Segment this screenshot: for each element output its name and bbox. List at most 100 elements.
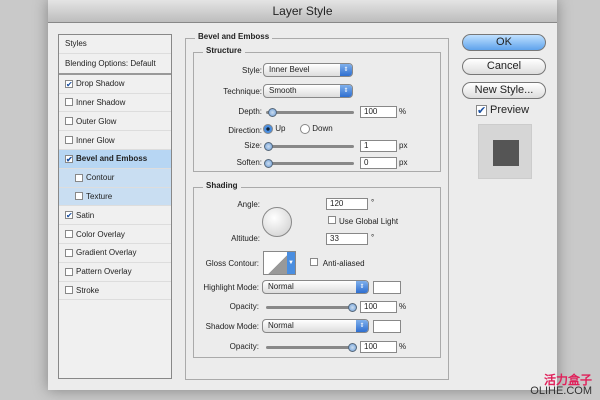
slider-knob[interactable]	[268, 108, 277, 117]
style-item-label: Contour	[86, 173, 115, 183]
style-item-gradient-overlay[interactable]: Gradient Overlay	[59, 244, 171, 263]
highlight-mode-label: Highlight Mode:	[203, 283, 259, 292]
technique-value: Smooth	[269, 86, 297, 95]
style-select[interactable]: Inner Bevel ⇕	[263, 63, 353, 77]
ok-button[interactable]: OK	[462, 34, 546, 51]
highlight-opacity-label: Opacity:	[229, 302, 259, 311]
shadow-opacity-slider[interactable]	[266, 343, 357, 352]
checkbox-icon[interactable]	[75, 173, 83, 182]
slider-knob[interactable]	[264, 159, 273, 168]
direction-up-radio[interactable]: Up	[263, 124, 285, 134]
style-item-bevel-and-emboss[interactable]: ✔ Bevel and Emboss	[59, 149, 171, 169]
up-label: Up	[275, 124, 286, 134]
style-item-inner-glow[interactable]: Inner Glow	[59, 131, 171, 150]
soften-slider[interactable]	[264, 159, 354, 168]
style-item-pattern-overlay[interactable]: Pattern Overlay	[59, 263, 171, 282]
size-label: Size:	[244, 141, 262, 150]
altitude-input[interactable]: 33	[326, 233, 368, 245]
checkbox-icon[interactable]	[65, 117, 73, 126]
technique-select[interactable]: Smooth ⇕	[263, 84, 353, 98]
highlight-opacity-input[interactable]: 100	[360, 301, 397, 313]
checkbox-icon[interactable]	[65, 230, 73, 239]
depth-input[interactable]: 100	[360, 106, 397, 118]
preview-thumbnail	[478, 124, 532, 179]
layer-style-dialog: Layer Style Styles Blending Options: Def…	[48, 0, 557, 390]
checkbox-icon[interactable]	[65, 248, 73, 257]
altitude-label: Altitude:	[231, 234, 260, 243]
checkbox-icon[interactable]	[75, 192, 83, 201]
depth-slider[interactable]	[266, 108, 354, 117]
style-item-label: Color Overlay	[76, 229, 125, 239]
checkbox-icon[interactable]	[65, 286, 73, 295]
style-item-label: Inner Glow	[76, 135, 115, 145]
style-item-label: Inner Shadow	[76, 97, 126, 107]
title-bar: Layer Style	[48, 0, 557, 23]
highlight-mode-value: Normal	[268, 282, 294, 291]
depth-unit: %	[399, 107, 407, 116]
style-item-label: Stroke	[76, 285, 100, 295]
style-item-label: Texture	[86, 191, 113, 201]
structure-title: Structure	[203, 46, 245, 55]
style-item-drop-shadow[interactable]: ✔ Drop Shadow	[59, 75, 171, 94]
blending-options[interactable]: Blending Options: Default	[59, 54, 171, 75]
checkmark-icon: ✔	[476, 104, 487, 117]
shadow-color-swatch[interactable]	[373, 320, 401, 333]
angle-dial[interactable]	[262, 207, 292, 237]
gloss-contour-picker[interactable]: ▼	[263, 251, 296, 275]
checkmark-icon[interactable]: ✔	[65, 154, 73, 163]
global-light-checkbox[interactable]: Use Global Light	[328, 216, 398, 226]
slider-knob[interactable]	[264, 142, 273, 151]
checkbox-icon[interactable]	[65, 267, 73, 276]
style-item-color-overlay[interactable]: Color Overlay	[59, 225, 171, 244]
style-item-inner-shadow[interactable]: Inner Shadow	[59, 94, 171, 113]
updown-icon: ⇕	[356, 281, 368, 293]
preview-square	[493, 140, 519, 166]
style-item-contour[interactable]: Contour	[59, 168, 171, 188]
style-item-stroke[interactable]: Stroke	[59, 282, 171, 301]
watermark-en: OLIHE.COM	[530, 385, 592, 397]
bevel-title: Bevel and Emboss	[195, 32, 273, 41]
radio-icon	[263, 124, 273, 134]
updown-icon: ⇕	[340, 85, 352, 97]
highlight-color-swatch[interactable]	[373, 281, 401, 294]
checkmark-icon[interactable]: ✔	[65, 211, 73, 220]
angle-degree: °	[371, 198, 375, 207]
shadow-opacity-label: Opacity:	[229, 342, 259, 351]
styles-header[interactable]: Styles	[59, 35, 171, 54]
gloss-contour-label: Gloss Contour:	[205, 259, 259, 268]
highlight-mode-select[interactable]: Normal ⇕	[262, 280, 369, 294]
style-item-label: Outer Glow	[76, 116, 117, 126]
size-slider[interactable]	[264, 142, 354, 151]
global-light-label: Use Global Light	[339, 217, 399, 226]
updown-icon: ⇕	[340, 64, 352, 76]
style-item-outer-glow[interactable]: Outer Glow	[59, 112, 171, 132]
anti-aliased-checkbox[interactable]: Anti-aliased	[310, 258, 365, 268]
angle-input[interactable]: 120	[326, 198, 368, 210]
shadow-opacity-unit: %	[399, 342, 407, 351]
radio-icon	[300, 124, 310, 134]
style-item-texture[interactable]: Texture	[59, 187, 171, 207]
checkbox-icon[interactable]	[65, 136, 73, 145]
slider-knob[interactable]	[348, 343, 357, 352]
new-style-button[interactable]: New Style...	[462, 82, 546, 99]
soften-input[interactable]: 0	[360, 157, 397, 169]
slider-knob[interactable]	[348, 303, 357, 312]
size-input[interactable]: 1	[360, 140, 397, 152]
shadow-mode-label: Shadow Mode:	[205, 322, 259, 331]
style-item-satin[interactable]: ✔ Satin	[59, 206, 171, 226]
depth-label: Depth:	[238, 107, 262, 116]
style-item-label: Gradient Overlay	[76, 248, 137, 258]
style-item-label: Satin	[76, 210, 95, 220]
technique-label: Technique:	[223, 87, 262, 96]
style-item-label: Drop Shadow	[76, 79, 125, 89]
cancel-button[interactable]: Cancel	[462, 58, 546, 75]
shadow-opacity-input[interactable]: 100	[360, 341, 397, 353]
checkbox-icon[interactable]	[65, 98, 73, 107]
highlight-opacity-slider[interactable]	[266, 303, 357, 312]
preview-checkbox[interactable]: ✔ Preview	[476, 104, 529, 116]
direction-down-radio[interactable]: Down	[300, 124, 333, 134]
shadow-mode-select[interactable]: Normal ⇕	[262, 319, 369, 333]
shading-title: Shading	[203, 181, 241, 190]
checkmark-icon[interactable]: ✔	[65, 79, 73, 88]
direction-label: Direction:	[228, 126, 262, 135]
